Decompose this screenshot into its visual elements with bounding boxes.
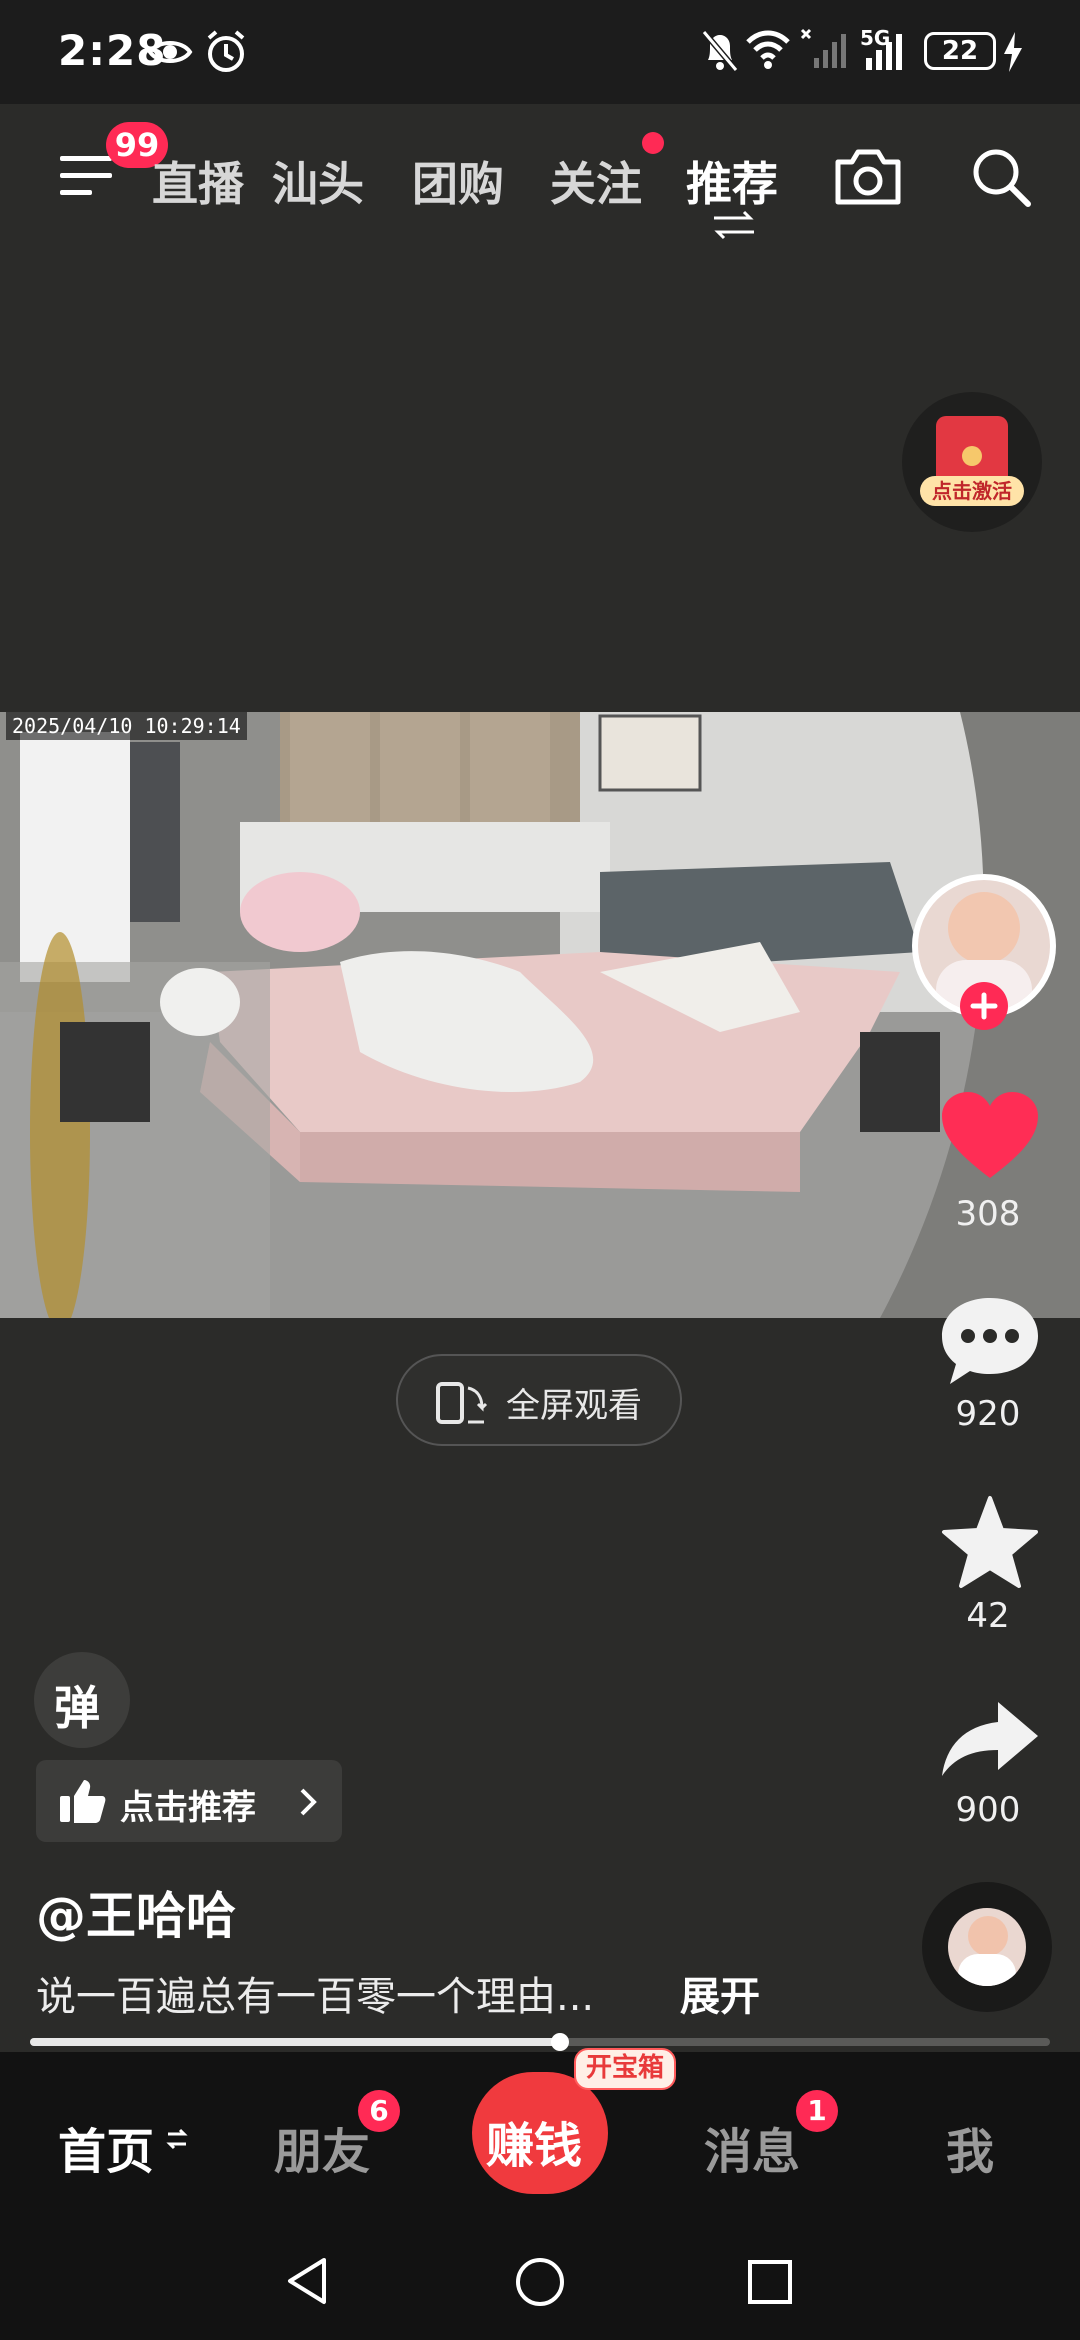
share-arrow-icon[interactable] [938,1698,1042,1780]
chevron-right-icon [300,1788,317,1816]
progress-fill [30,2038,561,2046]
menu-icon[interactable] [58,152,114,200]
video-caption: 说一百遍总有一百零一个理由... [36,1974,595,2020]
music-cover [948,1908,1026,1986]
video-timestamp: 2025/04/10 10:29:14 [6,712,247,740]
nav-messages[interactable]: 消息 [704,2112,800,2182]
battery-level: 22 [941,36,979,66]
messages-badge: 1 [796,2090,838,2132]
tab-live[interactable]: 直播 [152,148,244,214]
comment-icon[interactable] [938,1292,1042,1388]
favorite-star-icon[interactable] [938,1494,1042,1590]
back-icon[interactable] [284,2256,334,2306]
search-icon[interactable] [968,144,1034,210]
nav-home[interactable]: 首页 [58,2112,154,2182]
progress-bar[interactable] [30,2033,1050,2051]
treasure-box-tag[interactable]: 开宝箱 [574,2048,677,2090]
eye-icon [147,41,193,63]
recents-square-icon[interactable] [746,2258,794,2306]
author-name[interactable]: @王哈哈 [36,1876,236,1948]
mute-bell-icon [701,30,739,72]
following-dot [642,132,664,154]
wifi-icon [746,30,790,69]
favorite-count: 42 [966,1596,1010,1636]
video-player[interactable] [0,712,1080,1318]
tab-recommend[interactable]: 推荐 [686,148,778,214]
music-disc[interactable] [922,1882,1052,2012]
comment-count: 920 [955,1394,1021,1434]
plus-icon [970,992,998,1020]
battery-icon: 22 [924,32,996,70]
like-count: 308 [955,1194,1021,1234]
recommend-button[interactable]: 点击推荐 [36,1760,342,1842]
fullscreen-button[interactable]: 全屏观看 [396,1354,682,1446]
signal-icon-2 [866,34,902,70]
tab-group-buy[interactable]: 团购 [412,148,504,214]
tab-shantou[interactable]: 汕头 [272,148,364,214]
danmu-toggle-button[interactable]: 弹 [34,1652,130,1748]
switch-arrows-icon [714,210,754,240]
signal-icon-1 [800,28,846,68]
nav-friends[interactable]: 朋友 [274,2112,370,2182]
thumbs-up-icon [60,1780,106,1823]
nav-me[interactable]: 我 [946,2112,994,2182]
activate-label: 点击激活 [920,476,1024,506]
refresh-switch-icon [166,2128,188,2150]
expand-caption-button[interactable]: 展开 [680,1964,760,2022]
earn-button[interactable]: 赚钱 [472,2072,608,2194]
progress-knob[interactable] [551,2033,570,2051]
fullscreen-label: 全屏观看 [506,1386,642,1426]
like-heart-icon[interactable] [938,1090,1042,1182]
video-scene [0,712,1080,1318]
recommend-label: 点击推荐 [120,1788,256,1828]
danmu-label: 弹 [54,1681,100,1735]
activate-widget[interactable]: 点击激活 [902,392,1042,532]
share-count: 900 [955,1790,1021,1830]
alarm-icon [207,30,245,72]
charging-icon [1004,32,1022,72]
friends-badge: 6 [358,2090,400,2132]
earn-label: 赚钱 [486,2118,583,2174]
home-circle-icon[interactable] [514,2256,566,2308]
tab-following[interactable]: 关注 [550,148,642,214]
camera-icon[interactable] [832,146,904,208]
rotate-screen-icon [436,1382,488,1424]
follow-button[interactable] [960,982,1008,1030]
